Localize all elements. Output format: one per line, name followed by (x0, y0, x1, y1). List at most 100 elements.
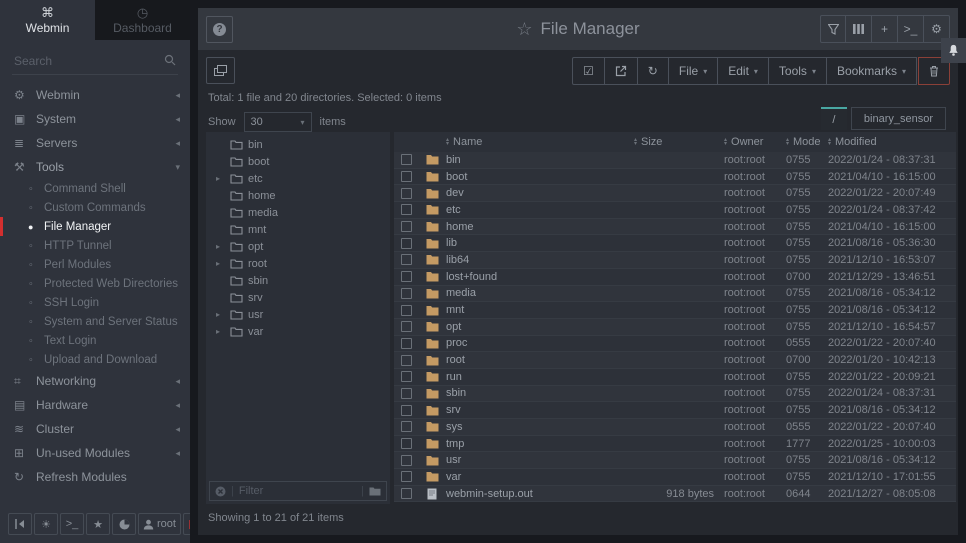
sidebar-item-refresh-modules[interactable]: ↻Refresh Modules (0, 465, 190, 489)
row-checkbox[interactable] (401, 371, 412, 382)
menu-edit-button[interactable]: Edit▾ (718, 57, 769, 85)
row-checkbox[interactable] (401, 221, 412, 232)
column-header-owner[interactable]: ▴▾Owner (724, 136, 786, 148)
row-checkbox[interactable] (401, 471, 412, 482)
filter-input[interactable] (239, 485, 356, 497)
column-header-size[interactable]: ▴▾Size (634, 136, 724, 148)
table-row-home[interactable]: homeroot:root07552021/04/10 - 16:15:00 (394, 219, 956, 236)
menu-bookmarks-button[interactable]: Bookmarks▾ (827, 57, 917, 85)
sidebar-subitem-http-tunnel[interactable]: ∘HTTP Tunnel (0, 236, 190, 255)
tab-webmin[interactable]: ⌘ Webmin (0, 0, 95, 40)
tree-item-usr[interactable]: ▸usr (206, 306, 390, 323)
sidebar-subitem-upload-and-download[interactable]: ∘Upload and Download (0, 350, 190, 369)
tree-item-boot[interactable]: boot (206, 153, 390, 170)
export-button[interactable] (605, 57, 638, 85)
table-row-var[interactable]: varroot:root07552021/12/10 - 17:01:55 (394, 469, 956, 486)
tree-item-home[interactable]: home (206, 187, 390, 204)
column-header-modified[interactable]: ▴▾Modified (828, 136, 956, 148)
row-checkbox[interactable] (401, 405, 412, 416)
favorites-star-button[interactable]: ★ (86, 513, 110, 535)
tree-item-root[interactable]: ▸root (206, 255, 390, 272)
filter-funnel-button[interactable] (820, 15, 846, 43)
tree-item-opt[interactable]: ▸opt (206, 238, 390, 255)
table-row-etc[interactable]: etcroot:root07552022/01/24 - 08:37:42 (394, 202, 956, 219)
row-checkbox[interactable] (401, 271, 412, 282)
row-checkbox[interactable] (401, 488, 412, 499)
expand-arrow-icon[interactable]: ▸ (216, 259, 230, 268)
expand-arrow-icon[interactable]: ▸ (216, 174, 230, 183)
expand-arrow-icon[interactable]: ▸ (216, 242, 230, 251)
sidebar-subitem-custom-commands[interactable]: ∘Custom Commands (0, 198, 190, 217)
sidebar-item-networking[interactable]: ⌗Networking◂ (0, 369, 190, 393)
expand-arrow-icon[interactable]: ▸ (216, 310, 230, 319)
sidebar-subitem-text-login[interactable]: ∘Text Login (0, 331, 190, 350)
column-header-name[interactable]: ▴▾Name (446, 136, 634, 148)
row-checkbox[interactable] (401, 238, 412, 249)
row-checkbox[interactable] (401, 338, 412, 349)
tree-item-media[interactable]: media (206, 204, 390, 221)
menu-tools-button[interactable]: Tools▾ (769, 57, 827, 85)
table-row-tmp[interactable]: tmproot:root17772022/01/25 - 10:00:03 (394, 436, 956, 453)
terminal-prompt-button[interactable]: >_ (898, 15, 924, 43)
row-checkbox[interactable] (401, 188, 412, 199)
table-row-boot[interactable]: bootroot:root07552021/04/10 - 16:15:00 (394, 169, 956, 186)
tree-item-var[interactable]: ▸var (206, 323, 390, 340)
sidebar-item-hardware[interactable]: ▤Hardware◂ (0, 393, 190, 417)
favorite-star-icon[interactable]: ☆ (516, 19, 532, 40)
row-checkbox[interactable] (401, 421, 412, 432)
row-checkbox[interactable] (401, 288, 412, 299)
breadcrumb-root[interactable]: / (821, 107, 847, 130)
notifications-button[interactable] (941, 38, 966, 63)
table-row-lib[interactable]: libroot:root07552021/08/16 - 05:36:30 (394, 235, 956, 252)
table-row-lib64[interactable]: lib64root:root07552021/12/10 - 16:53:07 (394, 252, 956, 269)
table-row-lost-found[interactable]: lost+foundroot:root07002021/12/29 - 13:4… (394, 269, 956, 286)
clear-filter-icon[interactable] (215, 486, 226, 497)
table-row-root[interactable]: rootroot:root07002022/01/20 - 10:42:13 (394, 352, 956, 369)
table-row-sbin[interactable]: sbinroot:root07552022/01/24 - 08:37:31 (394, 386, 956, 403)
sidebar-item-webmin[interactable]: ⚙Webmin◂ (0, 83, 190, 107)
tree-item-mnt[interactable]: mnt (206, 221, 390, 238)
collapse-sidebar-button[interactable] (8, 513, 32, 535)
table-row-webmin-setup-out[interactable]: webmin-setup.out918 bytesroot:root064420… (394, 486, 956, 503)
help-button[interactable]: ? (206, 16, 233, 43)
table-row-bin[interactable]: binroot:root07552022/01/24 - 08:37:31 (394, 152, 956, 169)
theme-sun-button[interactable]: ☀ (34, 513, 58, 535)
table-row-srv[interactable]: srvroot:root07552021/08/16 - 05:34:12 (394, 402, 956, 419)
table-row-dev[interactable]: devroot:root07552022/01/22 - 20:07:49 (394, 185, 956, 202)
row-checkbox[interactable] (401, 438, 412, 449)
table-row-usr[interactable]: usrroot:root07552021/08/16 - 05:34:12 (394, 452, 956, 469)
sidebar-subitem-protected-web-directories[interactable]: ∘Protected Web Directories (0, 274, 190, 293)
breadcrumb-current[interactable]: binary_sensor (851, 107, 946, 130)
row-checkbox[interactable] (401, 254, 412, 265)
tree-item-bin[interactable]: bin (206, 136, 390, 153)
menu-file-button[interactable]: File▾ (669, 57, 718, 85)
sidebar-item-servers[interactable]: ≣Servers◂ (0, 131, 190, 155)
sidebar-subitem-file-manager[interactable]: ●File Manager (0, 217, 190, 236)
table-row-sys[interactable]: sysroot:root05552022/01/22 - 20:07:40 (394, 419, 956, 436)
sidebar-item-cluster[interactable]: ≋Cluster◂ (0, 417, 190, 441)
search-input[interactable] (12, 50, 178, 74)
expand-arrow-icon[interactable]: ▸ (216, 327, 230, 336)
row-checkbox[interactable] (401, 204, 412, 215)
tree-item-sbin[interactable]: sbin (206, 272, 390, 289)
user-button[interactable]: root (138, 513, 181, 535)
plus-button[interactable]: + (872, 15, 898, 43)
column-header-mode[interactable]: ▴▾Mode (786, 136, 828, 148)
sidebar-subitem-command-shell[interactable]: ∘Command Shell (0, 179, 190, 198)
sidebar-subitem-ssh-login[interactable]: ∘SSH Login (0, 293, 190, 312)
columns-button[interactable] (846, 15, 872, 43)
table-row-media[interactable]: mediaroot:root07552021/08/16 - 05:34:12 (394, 286, 956, 303)
row-checkbox[interactable] (401, 355, 412, 366)
row-checkbox[interactable] (401, 321, 412, 332)
row-checkbox[interactable] (401, 171, 412, 182)
sidebar-subitem-perl-modules[interactable]: ∘Perl Modules (0, 255, 190, 274)
duplicate-window-button[interactable] (206, 57, 235, 84)
tree-item-etc[interactable]: ▸etc (206, 170, 390, 187)
terminal-button[interactable]: >_ (60, 513, 84, 535)
tab-dashboard[interactable]: ◷ Dashboard (95, 0, 190, 40)
table-row-proc[interactable]: procroot:root05552022/01/22 - 20:07:40 (394, 336, 956, 353)
row-checkbox[interactable] (401, 305, 412, 316)
table-row-opt[interactable]: optroot:root07552021/12/10 - 16:54:57 (394, 319, 956, 336)
pie-usage-button[interactable] (112, 513, 136, 535)
sidebar-item-system[interactable]: ▣System◂ (0, 107, 190, 131)
